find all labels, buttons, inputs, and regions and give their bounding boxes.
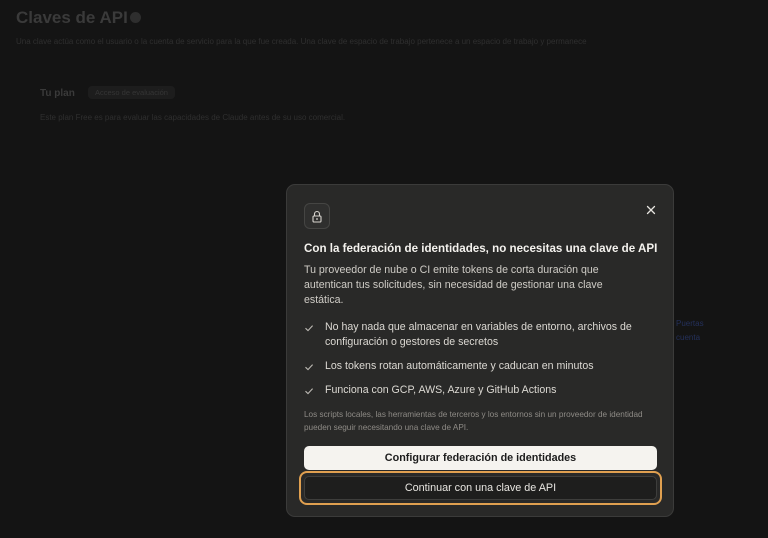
identity-federation-dialog: Con la federación de identidades, no nec…: [286, 184, 674, 517]
dialog-description: Tu proveedor de nube o CI emite tokens d…: [304, 264, 603, 306]
configure-federation-button[interactable]: Configurar federación de identidades: [304, 446, 657, 470]
page-title: Claves de API: [16, 8, 128, 27]
feature-item: Funciona con GCP, AWS, Azure y GitHub Ac…: [304, 383, 664, 398]
feature-text: Funciona con GCP, AWS, Azure y GitHub Ac…: [325, 384, 557, 396]
feature-text: No hay nada que almacenar en variables d…: [325, 321, 632, 348]
close-icon: [646, 205, 656, 215]
feature-item: No hay nada que almacenar en variables d…: [304, 320, 664, 350]
side-link[interactable]: cuenta: [676, 331, 704, 345]
lock-icon-container: [304, 203, 330, 229]
check-icon: [305, 388, 314, 395]
continue-with-api-key-button[interactable]: Continuar con una clave de API: [304, 476, 657, 500]
plan-label: Tu plan: [40, 88, 75, 99]
feature-text: Los tokens rotan automáticamente y caduc…: [325, 360, 594, 372]
close-button[interactable]: [641, 200, 661, 220]
side-links: Puertas cuenta: [676, 317, 704, 345]
feature-list: No hay nada que almacenar en variables d…: [304, 320, 664, 407]
info-icon: [130, 12, 141, 23]
dialog-note: Los scripts locales, las herramientas de…: [304, 410, 643, 432]
side-link[interactable]: Puertas: [676, 317, 704, 331]
feature-item: Los tokens rotan automáticamente y caduc…: [304, 359, 664, 374]
dialog-heading: Con la federación de identidades, no nec…: [304, 242, 658, 255]
focus-ring: Continuar con una clave de API: [299, 471, 662, 505]
plan-badge: Acceso de evaluación: [88, 86, 175, 99]
page-subtitle: Una clave actúa como el usuario o la cue…: [16, 37, 587, 46]
check-icon: [305, 325, 314, 332]
lock-icon: [312, 210, 322, 223]
check-icon: [305, 364, 314, 371]
plan-description: Este plan Free es para evaluar las capac…: [40, 113, 346, 122]
